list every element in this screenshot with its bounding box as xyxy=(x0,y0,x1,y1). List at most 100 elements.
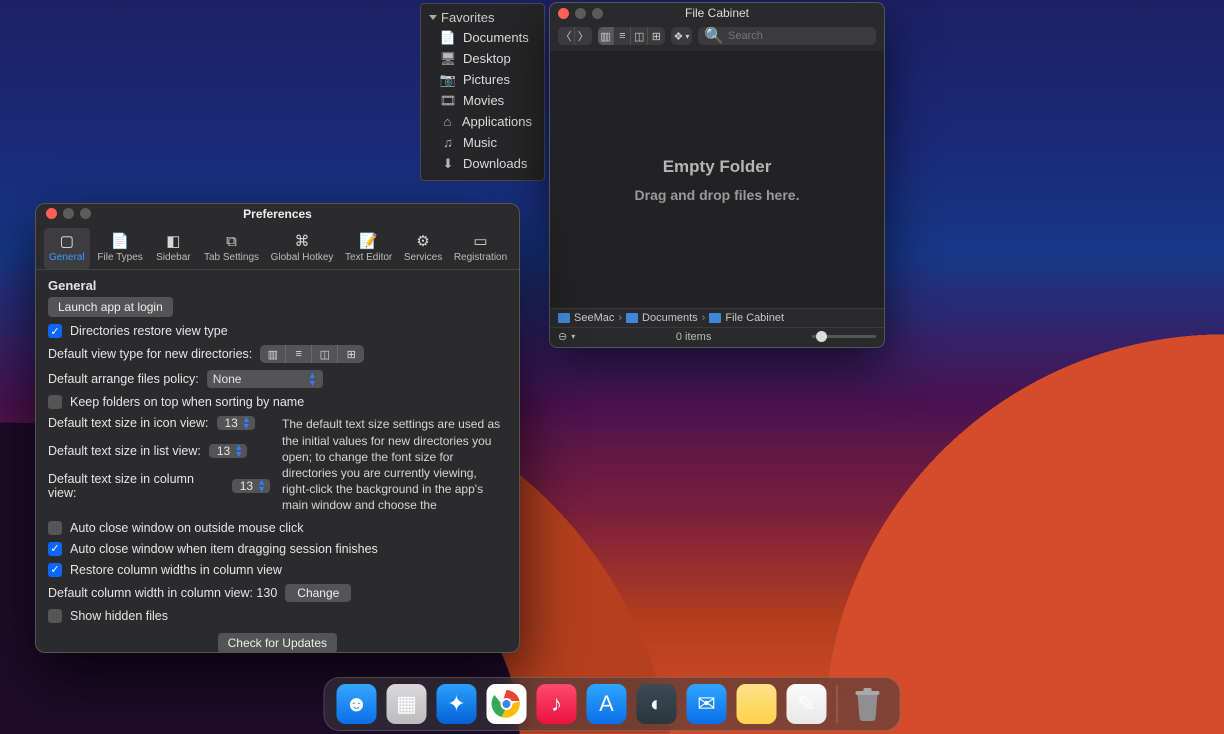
favorites-item-label: Movies xyxy=(463,93,504,108)
dock-app-notes[interactable] xyxy=(737,684,777,724)
prefs-tab-services[interactable]: ⚙ Services xyxy=(400,228,446,269)
path-segment[interactable]: File Cabinet xyxy=(709,312,784,324)
prefs-tab-tab-settings[interactable]: ⧉Tab Settings xyxy=(200,228,263,269)
dock-trash[interactable] xyxy=(848,684,888,724)
restore-col-width-label: Restore column widths in column view xyxy=(70,563,282,577)
ts-col-stepper[interactable]: 13 ▲▼ xyxy=(232,479,270,493)
auto-close-drag-checkbox[interactable]: ✓ xyxy=(48,542,62,556)
folders-on-top-checkbox[interactable] xyxy=(48,395,62,409)
path-bar[interactable]: SeeMac›Documents›File Cabinet xyxy=(550,308,884,327)
chevron-down-icon: ▾ xyxy=(571,332,575,341)
tab-icon: ◧ xyxy=(162,232,184,250)
favorites-title: Favorites xyxy=(441,10,494,25)
tab-label: General xyxy=(49,252,85,263)
nav-back-forward[interactable]: 〈 〉 xyxy=(558,27,592,45)
path-separator: › xyxy=(702,312,706,324)
tab-label: Global Hotkey xyxy=(271,252,334,263)
favorites-item-movies[interactable]: 🎞Movies xyxy=(421,90,544,111)
app-icon: ⌂ xyxy=(441,115,454,129)
icon-view-icon[interactable]: ▥ xyxy=(598,27,615,45)
tab-label: Services xyxy=(404,252,442,263)
preferences-window: Preferences ▢General📄File Types ◧ Sidebar ⧉… xyxy=(35,203,520,653)
tab-icon: 📝 xyxy=(358,232,380,250)
empty-title: Empty Folder xyxy=(663,157,772,177)
view-switcher[interactable]: ▥ ≡ ◫ ⊞ xyxy=(598,27,665,45)
ts-list-label: Default text size in list view: xyxy=(48,444,201,458)
favorites-item-label: Pictures xyxy=(463,72,510,87)
dock-app-chrome[interactable] xyxy=(487,684,527,724)
window-title: File Cabinet xyxy=(550,6,884,20)
show-hidden-checkbox[interactable] xyxy=(48,609,62,623)
dock-app-music[interactable]: ♪ xyxy=(537,684,577,724)
folder-content-empty[interactable]: Empty Folder Drag and drop files here. xyxy=(550,51,884,308)
dock-app-safari[interactable]: ✦ xyxy=(437,684,477,724)
action-menu[interactable]: ⊖ ▾ xyxy=(558,330,575,343)
ts-icon-stepper[interactable]: 13 ▲▼ xyxy=(217,416,255,430)
favorites-item-documents[interactable]: 📄 Documents xyxy=(421,27,544,48)
folder-icon xyxy=(558,313,570,323)
ts-col-label: Default text size in column view: xyxy=(48,472,224,500)
column-view-icon[interactable]: ◫ xyxy=(631,27,648,45)
path-segment[interactable]: Documents xyxy=(626,312,698,324)
arrange-policy-select[interactable]: None ▲▼ xyxy=(207,370,323,388)
check-updates-button[interactable]: Check for Updates xyxy=(218,633,337,652)
search-field[interactable]: 🔍 xyxy=(698,27,876,45)
default-view-switcher[interactable]: ▥ ≡ ◫ ⊞ xyxy=(260,345,364,363)
favorites-item-desktop[interactable]: 🖥Desktop xyxy=(421,48,544,69)
ts-list-stepper[interactable]: 13 ▲▼ xyxy=(209,444,247,458)
prefs-tab-registration[interactable]: ▭Registration xyxy=(450,228,511,269)
favorites-item-label: Music xyxy=(463,135,497,150)
tab-icon: ⌘ xyxy=(291,232,313,250)
favorites-item-label: Documents xyxy=(463,30,529,45)
path-separator: › xyxy=(618,312,622,324)
prefs-tab-global-hotkey[interactable]: ⌘ Global Hotkey xyxy=(267,228,338,269)
favorites-item-music[interactable]: ♫ Music xyxy=(421,132,544,153)
group-button[interactable]: ❖ ▾ xyxy=(671,27,692,45)
forward-icon[interactable]: 〉 xyxy=(575,27,592,45)
prefs-tab-file-types[interactable]: 📄File Types xyxy=(93,228,146,269)
dock-app-mail[interactable]: ✉ xyxy=(687,684,727,724)
desktop-icon: 🖥 xyxy=(441,52,455,66)
folders-on-top-label: Keep folders on top when sorting by name xyxy=(70,395,304,409)
status-bar: ⊖ ▾ 0 items xyxy=(550,327,884,347)
auto-close-outside-checkbox[interactable] xyxy=(48,521,62,535)
column-view-icon[interactable]: ◫ xyxy=(312,345,338,363)
restore-col-width-checkbox[interactable]: ✓ xyxy=(48,563,62,577)
tab-label: Sidebar xyxy=(156,252,190,263)
prefs-tab-sidebar[interactable]: ◧ Sidebar xyxy=(150,228,196,269)
favorites-item-downloads[interactable]: ⬇Downloads xyxy=(421,153,544,174)
gallery-view-icon[interactable]: ⊞ xyxy=(338,345,364,363)
restore-view-type-checkbox[interactable]: ✓ xyxy=(48,324,62,338)
stack-icon: ❖ xyxy=(673,30,683,43)
prefs-tab-text-editor[interactable]: 📝Text Editor xyxy=(341,228,396,269)
icon-view-icon[interactable]: ▥ xyxy=(260,345,286,363)
search-input[interactable] xyxy=(728,30,870,42)
prefs-tab-general[interactable]: ▢General xyxy=(44,228,90,269)
favorites-item-applications[interactable]: ⌂ Applications xyxy=(421,111,544,132)
back-icon[interactable]: 〈 xyxy=(558,27,575,45)
music-icon: ♫ xyxy=(441,136,455,150)
prefs-tabbar: ▢General📄File Types ◧ Sidebar ⧉Tab Settings… xyxy=(36,223,519,270)
window-titlebar[interactable]: File Cabinet xyxy=(550,3,884,23)
dock-app-launchpad[interactable]: ▦ xyxy=(387,684,427,724)
favorites-item-pictures[interactable]: 📷Pictures xyxy=(421,69,544,90)
tab-icon: ⚙ xyxy=(412,232,434,250)
path-segment[interactable]: SeeMac xyxy=(558,312,614,324)
document-icon: 📄 xyxy=(441,31,455,45)
dock-separator xyxy=(837,685,838,723)
dock-app-textedit[interactable]: ✎ xyxy=(787,684,827,724)
dock-app-filecabinet[interactable]: ◐ xyxy=(637,684,677,724)
list-view-icon[interactable]: ≡ xyxy=(614,27,631,45)
launch-at-login-button[interactable]: Launch app at login xyxy=(48,297,173,317)
icon-size-slider[interactable] xyxy=(812,335,876,338)
dock-app-finder[interactable]: ☻ xyxy=(337,684,377,724)
dock-app-appstore[interactable]: A xyxy=(587,684,627,724)
favorites-item-label: Applications xyxy=(462,114,532,129)
change-col-width-button[interactable]: Change xyxy=(285,584,351,602)
favorites-header[interactable]: Favorites xyxy=(421,10,544,27)
item-count: 0 items xyxy=(676,331,711,343)
list-view-icon[interactable]: ≡ xyxy=(286,345,312,363)
tab-icon: 📄 xyxy=(109,232,131,250)
gallery-view-icon[interactable]: ⊞ xyxy=(648,27,665,45)
window-titlebar[interactable]: Preferences xyxy=(36,204,519,223)
